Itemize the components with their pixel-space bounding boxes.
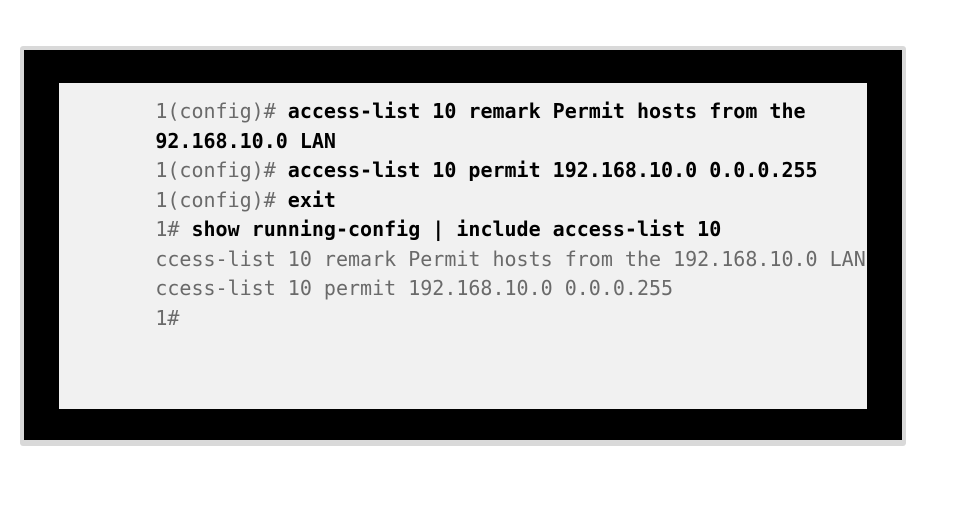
terminal-line-final-prompt: 1# [59, 273, 179, 330]
terminal-screen: 1(config)# access-list 10 remark Permit … [59, 83, 867, 409]
terminal-line-remark-command: 1(config)# access-list 10 remark Permit … [59, 83, 805, 123]
privileged-prompt: 1# [155, 306, 180, 330]
command-text: access-list 10 permit 192.168.10.0 0.0.0… [287, 158, 818, 182]
cli-example-page: 1(config)# access-list 10 remark Permit … [0, 0, 960, 514]
terminal-line-exit-command: 1(config)# exit [59, 155, 336, 212]
command-output: ccess-list 10 permit 192.168.10.0 0.0.0.… [155, 276, 674, 300]
terminal-output-area: 1(config)# access-list 10 remark Permit … [59, 83, 867, 409]
terminal-line-remark-output: ccess-list 10 remark Permit hosts from t… [59, 214, 865, 271]
command-text: access-list 10 remark Permit hosts from … [287, 99, 806, 123]
terminal-line-remark-continuation: 92.168.10.0 LAN [59, 96, 336, 153]
terminal-line-show-command: 1# show running-config | include access-… [59, 184, 721, 241]
terminal-line-permit-command: 1(config)# access-list 10 permit 192.168… [59, 125, 817, 182]
terminal-line-permit-output: ccess-list 10 permit 192.168.10.0 0.0.0.… [59, 243, 673, 300]
